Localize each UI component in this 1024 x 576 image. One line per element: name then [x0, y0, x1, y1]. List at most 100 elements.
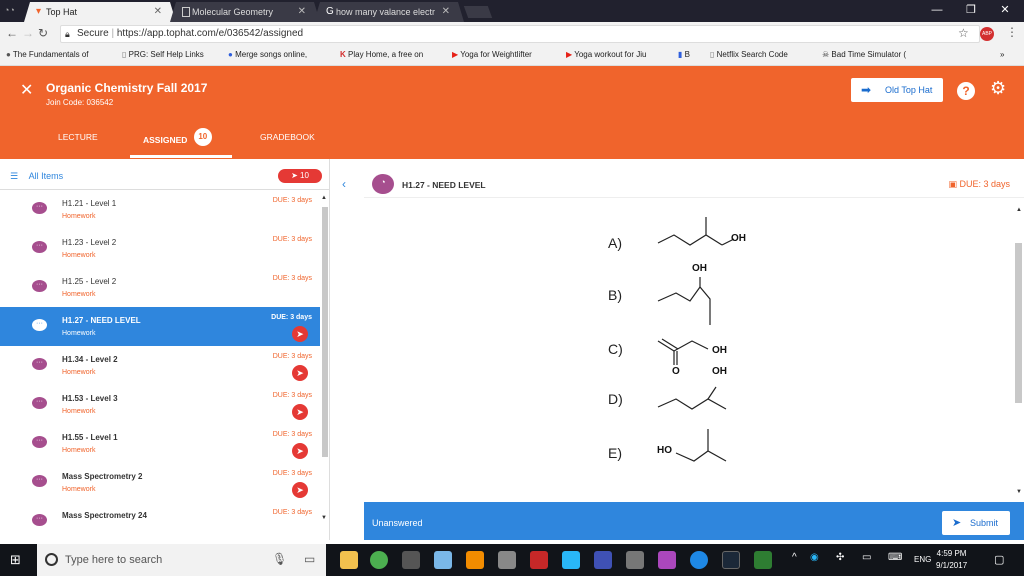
tab-google-search[interactable]: G how many valance electr ✕: [314, 2, 464, 22]
help-icon[interactable]: ?: [957, 82, 975, 100]
structure-b[interactable]: [654, 273, 724, 331]
microphone-icon[interactable]: 🎙︎: [272, 552, 287, 566]
option-e-label[interactable]: E): [608, 445, 622, 461]
sidebar-scrollbar[interactable]: ▲ ▼: [321, 195, 329, 535]
tray-chevron-icon[interactable]: ^: [792, 552, 797, 563]
dolphin-icon[interactable]: [562, 551, 580, 569]
list-item[interactable]: ··· H1.23 - Level 2 Homework DUE: 3 days: [0, 229, 320, 268]
scroll-thumb[interactable]: [1015, 243, 1022, 403]
item-type: Homework: [62, 252, 96, 259]
app-icon[interactable]: [594, 551, 612, 569]
close-tab-icon[interactable]: ✕: [154, 2, 162, 22]
tab-assigned[interactable]: ASSIGNED 10: [143, 128, 212, 150]
vlc-icon[interactable]: [466, 551, 484, 569]
bookmark-item[interactable]: ▶ Yoga for Weightlifter: [452, 50, 532, 59]
language-indicator[interactable]: ENG: [914, 555, 931, 564]
restore-button[interactable]: ❐: [956, 0, 986, 22]
scroll-down-icon[interactable]: ▼: [321, 515, 327, 521]
secure-label: Secure: [77, 28, 109, 39]
calculator-icon[interactable]: [402, 551, 420, 569]
question-scrollbar[interactable]: ▲ ▼: [1014, 207, 1023, 497]
keyboard-icon[interactable]: ⌨: [888, 552, 902, 563]
new-tab-button[interactable]: [463, 6, 493, 18]
list-item[interactable]: ··· H1.53 - Level 3 Homework DUE: 3 days…: [0, 385, 320, 424]
chat-bubble-icon: ···: [32, 241, 47, 253]
bookmark-item[interactable]: K Play Home, a free on: [340, 50, 423, 59]
list-item[interactable]: ··· H1.27 - NEED LEVEL Homework DUE: 3 d…: [0, 307, 320, 346]
back-icon[interactable]: ←: [6, 26, 18, 40]
list-item[interactable]: ··· H1.55 - Level 1 Homework DUE: 3 days…: [0, 424, 320, 463]
list-item[interactable]: ··· H1.34 - Level 2 Homework DUE: 3 days…: [0, 346, 320, 385]
paint-icon[interactable]: [434, 551, 452, 569]
youtube-icon: ▶: [452, 50, 459, 59]
bookmark-item[interactable]: ▮ B: [678, 50, 690, 59]
windows-start-icon[interactable]: ⊞: [10, 552, 21, 568]
structure-d[interactable]: [654, 381, 740, 415]
app-icon[interactable]: [658, 551, 676, 569]
more-bookmarks-icon[interactable]: »: [1000, 50, 1004, 59]
option-d-label[interactable]: D): [608, 391, 623, 407]
tab-molecular-geometry[interactable]: Molecular Geometry ✕: [170, 2, 320, 22]
list-item[interactable]: ··· H1.21 - Level 1 Homework DUE: 3 days: [0, 190, 320, 229]
adblock-icon[interactable]: ABP: [980, 27, 994, 41]
seven-zip-icon[interactable]: [498, 551, 516, 569]
tab-lecture[interactable]: LECTURE: [58, 132, 98, 142]
scroll-thumb[interactable]: [322, 207, 328, 457]
option-a-label[interactable]: A): [608, 235, 622, 251]
tray-app-icon[interactable]: ◉: [810, 552, 819, 563]
item-title: H1.53 - Level 3: [62, 394, 118, 403]
close-window-button[interactable]: ✕: [990, 0, 1020, 22]
tab-gradebook[interactable]: GRADEBOOK: [260, 132, 315, 142]
document-icon: ▯: [710, 50, 715, 59]
lock-icon: 🔒︎: [65, 29, 70, 39]
active-tab-underline: [130, 155, 232, 158]
app-icon[interactable]: [626, 551, 644, 569]
scroll-down-icon[interactable]: ▼: [1016, 489, 1022, 495]
old-top-hat-button[interactable]: ➡ Old Top Hat: [851, 78, 943, 102]
list-item[interactable]: ··· Mass Spectrometry 2 Homework DUE: 3 …: [0, 463, 320, 502]
file-explorer-icon[interactable]: [340, 551, 358, 569]
steam-icon[interactable]: [722, 551, 740, 569]
forward-icon[interactable]: →: [22, 26, 34, 40]
minimize-button[interactable]: —: [922, 0, 952, 22]
list-item[interactable]: ··· Mass Spectrometry 24 DUE: 3 days: [0, 502, 320, 540]
reload-icon[interactable]: ↻: [38, 26, 48, 40]
star-icon[interactable]: ☆: [958, 26, 969, 40]
tray-battery-icon[interactable]: ▭: [862, 552, 871, 563]
task-view-icon[interactable]: ▭: [304, 552, 315, 566]
url-input[interactable]: 🔒︎ Secure | https://app.tophat.com/e/036…: [60, 25, 980, 43]
notification-icon[interactable]: ▢: [994, 553, 1004, 566]
chat-bubble-icon: ···: [32, 280, 47, 292]
question-panel: ◔ H1.27 - NEED LEVEL ▣ DUE: 3 days A) B)…: [364, 163, 1024, 540]
gear-icon[interactable]: ⚙: [990, 78, 1006, 99]
close-tab-icon[interactable]: ✕: [442, 2, 450, 22]
bookmark-item[interactable]: ▶ Yoga workout for Jiu: [566, 50, 646, 59]
bookmark-item[interactable]: ▯ Netflix Search Code: [710, 50, 788, 59]
chat-bubble-icon: ···: [32, 475, 47, 487]
list-item[interactable]: ··· H1.25 - Level 2 Homework DUE: 3 days: [0, 268, 320, 307]
excel-icon[interactable]: [754, 551, 772, 569]
taskbar-clock[interactable]: 4:59 PM 9/1/2017: [936, 548, 967, 572]
bookmark-item[interactable]: ● Merge songs online,: [228, 50, 307, 59]
chat-bubble-icon: ···: [32, 514, 47, 526]
bookmark-item[interactable]: ▯ PRG: Self Help Links: [122, 50, 204, 59]
scroll-up-icon[interactable]: ▲: [321, 195, 327, 201]
close-icon[interactable]: ✕: [20, 80, 33, 100]
chrome-icon[interactable]: [370, 551, 388, 569]
bookmark-item[interactable]: ● The Fundamentals of: [6, 50, 89, 59]
tab-top-hat[interactable]: ▾ Top Hat ✕: [24, 2, 176, 22]
structure-c-oh: OH: [712, 345, 727, 356]
submit-button[interactable]: ➤ Submit: [942, 511, 1010, 535]
option-c-label[interactable]: C): [608, 341, 623, 357]
cortana-icon[interactable]: [690, 551, 708, 569]
option-b-label[interactable]: B): [608, 287, 622, 303]
app-icon[interactable]: [530, 551, 548, 569]
bookmark-item[interactable]: ☠ Bad Time Simulator (: [822, 50, 906, 59]
all-items-filter[interactable]: ☰ All Items: [10, 171, 63, 182]
close-tab-icon[interactable]: ✕: [298, 2, 306, 22]
scroll-up-icon[interactable]: ▲: [1016, 207, 1022, 213]
menu-icon[interactable]: ⋮: [1006, 25, 1018, 39]
tray-network-icon[interactable]: ✣: [836, 552, 844, 563]
collapse-sidebar-icon[interactable]: ‹: [342, 177, 346, 191]
structure-e[interactable]: [672, 425, 738, 465]
